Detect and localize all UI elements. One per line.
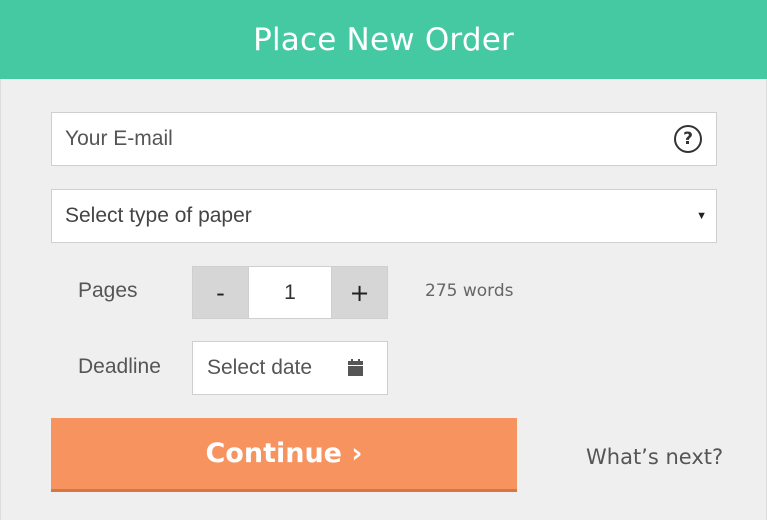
order-header: Place New Order [0, 0, 767, 79]
pages-decrement-button[interactable]: - [193, 267, 249, 318]
word-count: 275 words [425, 281, 514, 301]
question-circle-icon[interactable]: ? [674, 125, 702, 153]
page-title: Place New Order [253, 21, 514, 58]
order-form: ? Select type of paper ▼ Pages - 1 + 275… [0, 79, 767, 520]
pages-increment-button[interactable]: + [331, 267, 387, 318]
calendar-icon [348, 359, 363, 376]
deadline-label: Deadline [78, 355, 161, 378]
pages-stepper: - 1 + [192, 266, 388, 319]
paper-type-value: Select type of paper [65, 204, 252, 227]
deadline-placeholder: Select date [207, 356, 313, 379]
continue-button[interactable]: Continue › [51, 418, 517, 492]
email-input[interactable] [52, 113, 645, 165]
paper-type-select[interactable]: Select type of paper ▼ [51, 189, 717, 243]
caret-down-icon: ▼ [696, 210, 707, 222]
pages-value[interactable]: 1 [249, 267, 331, 318]
email-field-container: ? [51, 112, 717, 166]
deadline-date-picker[interactable]: Select date [192, 341, 388, 395]
whats-next-link[interactable]: What’s next? [586, 445, 723, 469]
pages-label: Pages [78, 279, 138, 302]
